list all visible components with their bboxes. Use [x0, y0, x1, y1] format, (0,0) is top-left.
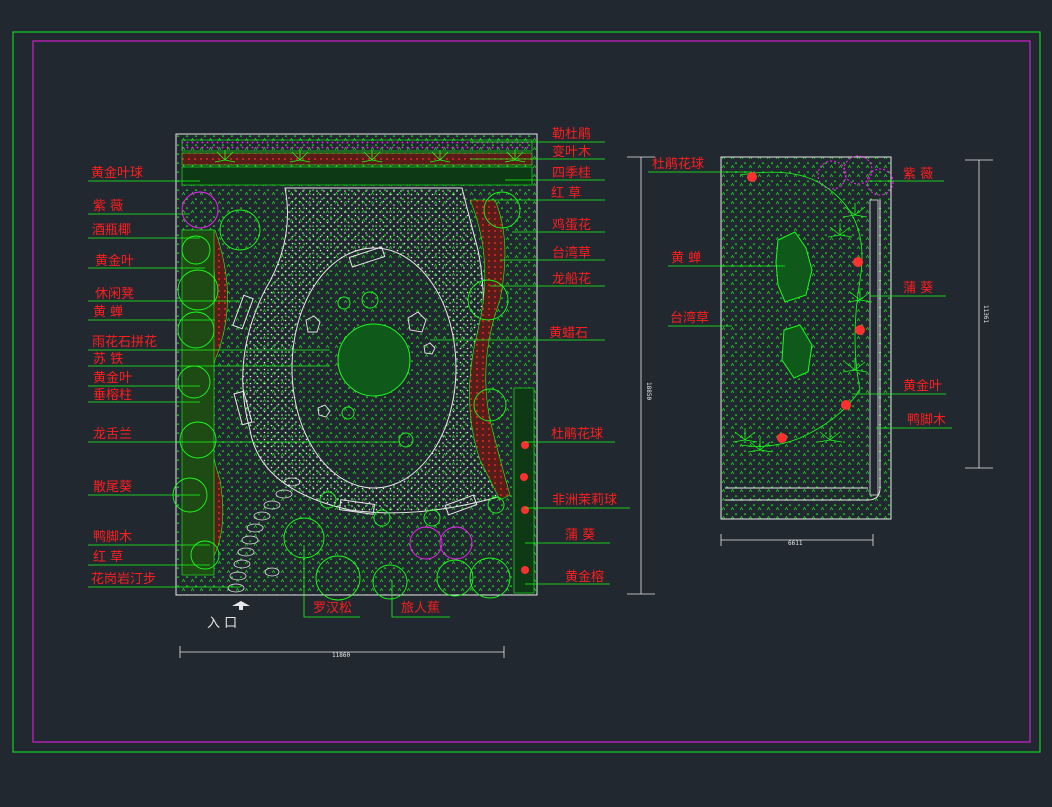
- label-left: 黄金叶: [93, 370, 132, 386]
- label-right: 鸡蛋花: [552, 217, 591, 233]
- label-left: 花岗岩汀步: [91, 571, 156, 587]
- label-right: 黄金榕: [565, 569, 604, 585]
- label-right: 勒杜鹃: [552, 126, 591, 142]
- label-left: 杜鹃花球: [652, 156, 704, 172]
- label-bottom: 旅人蕉: [401, 601, 440, 616]
- label-left: 台湾草: [670, 310, 709, 326]
- label-right: 红 草: [551, 185, 581, 201]
- right-garden-plan: [648, 155, 993, 546]
- label-left: 红 草: [93, 549, 123, 565]
- label-left: 龙舌兰: [93, 427, 132, 442]
- label-right: 变叶木: [552, 144, 591, 160]
- height-dimension: 18850: [645, 382, 652, 400]
- label-left: 苏 铁: [93, 351, 123, 367]
- central-feature-tree: [337, 323, 411, 397]
- right-plan-side-strip: [869, 199, 879, 496]
- label-right: 蒲 葵: [565, 528, 595, 543]
- entrance-label: 入 口: [207, 616, 237, 631]
- label-left: 黄 蝉: [93, 305, 123, 320]
- label-left: 酒瓶椰: [92, 223, 131, 238]
- label-right: 杜鹃花球: [551, 426, 603, 442]
- label-right: 四季桂: [552, 166, 591, 181]
- label-left: 垂榕柱: [93, 388, 132, 403]
- label-right: 台湾草: [552, 245, 591, 261]
- left-planting-strip: [181, 229, 215, 576]
- width-dimension: 11860: [332, 652, 350, 659]
- label-right: 黄金叶: [903, 378, 942, 394]
- label-left: 紫 薇: [93, 199, 123, 214]
- label-right: 鸭脚木: [907, 412, 946, 428]
- label-bottom: 罗汉松: [313, 601, 352, 616]
- label-left: 散尾葵: [93, 480, 132, 495]
- label-right: 黄蜡石: [549, 326, 588, 341]
- label-left: 黄 蝉: [671, 251, 701, 266]
- width-dimension: 6611: [788, 540, 803, 547]
- label-left: 黄金叶球: [91, 165, 143, 181]
- label-right: 非洲茉莉球: [552, 493, 617, 508]
- height-dimension: 11361: [982, 305, 989, 323]
- landscape-plan-drawing: 黄金叶球 紫 薇 酒瓶椰 黄金叶 休闲凳 黄 蝉 雨花石拼花 苏 铁 黄金叶 垂…: [12, 31, 1041, 753]
- label-left: 黄金叶: [95, 253, 134, 269]
- right-planting-strip: [513, 387, 535, 594]
- label-right: 蒲 葵: [903, 281, 933, 296]
- label-right: 紫 薇: [903, 167, 933, 182]
- top-hedge-green: [181, 166, 533, 186]
- label-right: 龙船花: [552, 271, 591, 287]
- label-left: 雨花石拼花: [92, 334, 157, 350]
- label-left: 休闲凳: [95, 286, 134, 302]
- label-left: 鸭脚木: [93, 529, 132, 545]
- entrance-arrow-icon: [232, 601, 250, 610]
